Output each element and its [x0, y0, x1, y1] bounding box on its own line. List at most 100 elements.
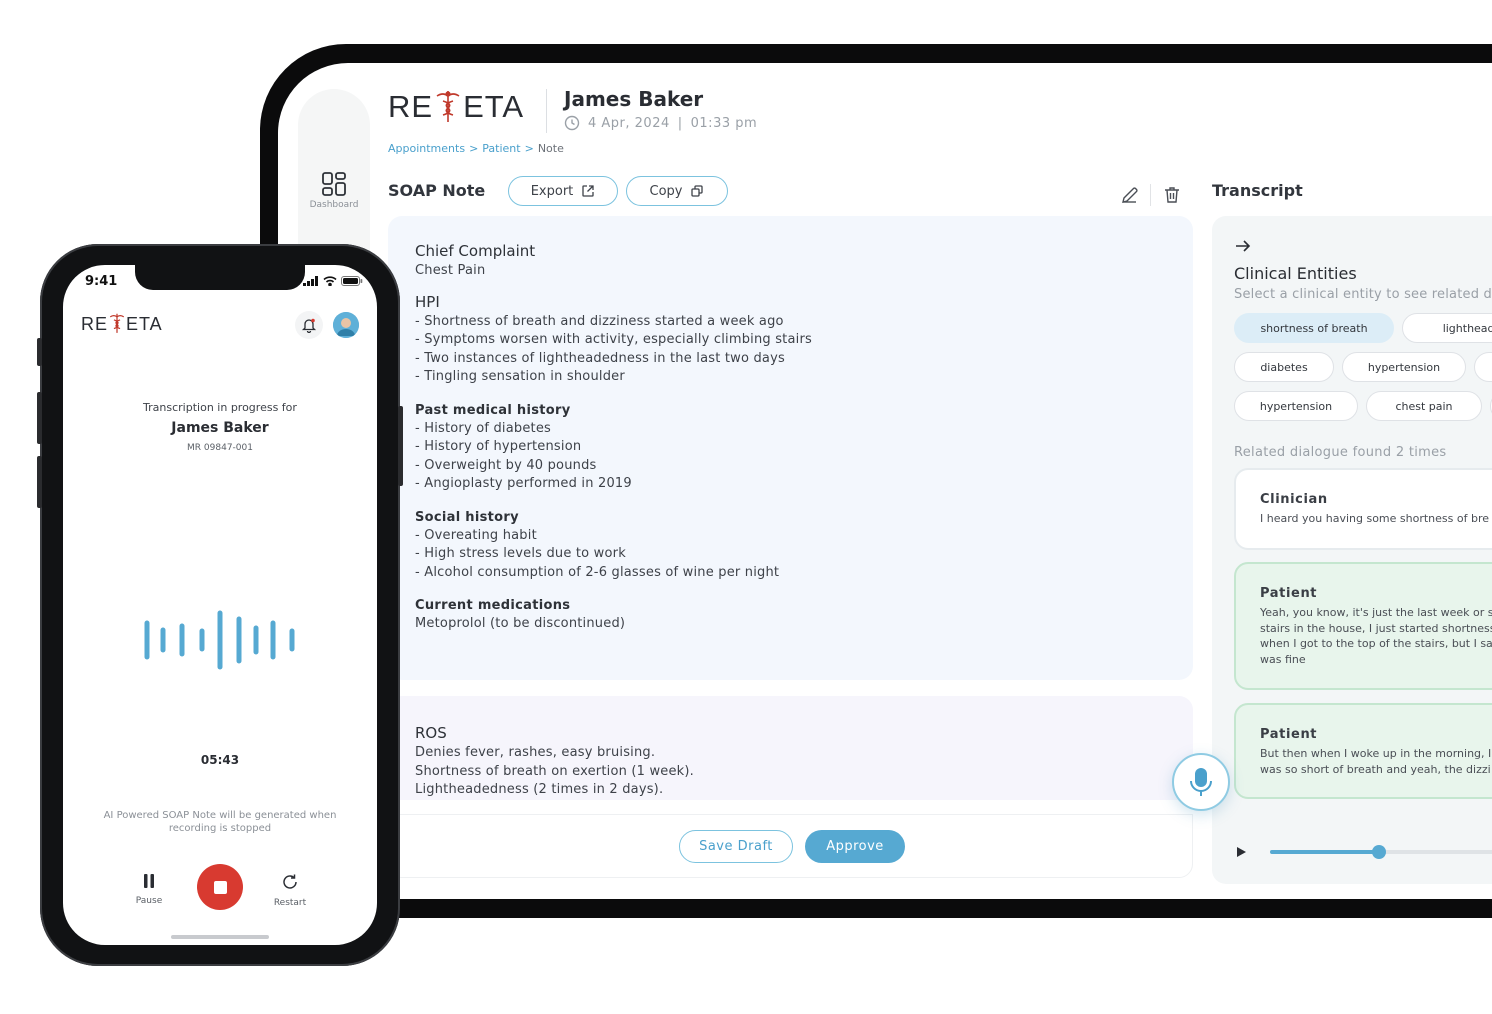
past-history-line: - Angioplasty performed in 2019 [415, 476, 632, 491]
promo-stage: Dashboard RE ETA James Baker 4 Apr, 2024 … [0, 0, 1492, 1014]
hpi-heading: HPI [415, 292, 440, 311]
dialogue-line: was fine [1260, 652, 1306, 666]
save-draft-button[interactable]: Save Draft [679, 830, 793, 863]
logo-text-left: RE [388, 89, 434, 124]
nav-dashboard-label: Dashboard [309, 200, 359, 210]
stop-recording-button[interactable] [197, 864, 243, 910]
avatar-icon [333, 312, 359, 338]
user-avatar[interactable] [333, 312, 359, 338]
past-history-heading: Past medical history [415, 402, 571, 418]
dialogue-bubble-clinician: Clinician I heard you having some shortn… [1234, 468, 1492, 550]
copy-icon [691, 185, 704, 197]
edit-button[interactable] [1118, 183, 1142, 207]
dashboard-grid-icon [322, 172, 346, 196]
approve-button[interactable]: Approve [805, 830, 905, 863]
export-label: Export [530, 183, 574, 199]
hpi-line: - Two instances of lightheadedness in th… [415, 350, 785, 366]
restart-button[interactable]: Restart [265, 873, 315, 908]
copy-button[interactable]: Copy [626, 176, 728, 206]
speaker-label: Patient [1260, 586, 1318, 601]
ros-line: Denies fever, rashes, easy bruising. [415, 745, 656, 760]
status-time: 9:41 [85, 274, 118, 289]
ros-line: Lightheadedness (2 times in 2 days). [415, 782, 664, 797]
record-mic-button[interactable] [1172, 753, 1230, 811]
collapse-arrow-button[interactable] [1234, 238, 1252, 257]
phone-button [37, 392, 42, 444]
phone-app-logo: RE ETA [81, 314, 163, 335]
breadcrumb-current: Note [537, 142, 564, 155]
dialogue-line: Yeah, you know, it's just the last week … [1260, 606, 1492, 619]
dialogue-bubble-patient: Patient Yeah, you know, it's just the la… [1234, 562, 1492, 690]
restart-label: Restart [273, 898, 307, 908]
playback-handle[interactable] [1371, 845, 1386, 859]
tablet-screen: Dashboard RE ETA James Baker 4 Apr, 2024 … [278, 63, 1492, 899]
logo-text-right: ETA [463, 89, 525, 124]
breadcrumb-separator: > [469, 142, 479, 155]
social-history-line: - Overeating habit [415, 527, 537, 543]
past-history-line: - Overweight by 40 pounds [415, 457, 597, 473]
clinical-entities-title: Clinical Entities [1234, 264, 1357, 283]
past-history-line: - History of diabetes [415, 420, 552, 436]
battery-icon [341, 276, 363, 286]
recording-timer: 05:43 [200, 753, 240, 767]
hpi-line: - Shortness of breath and dizziness star… [415, 313, 784, 329]
audio-player [1234, 836, 1492, 866]
delete-button[interactable] [1160, 183, 1184, 207]
clinical-entities-subtitle: Select a clinical entity to see related … [1234, 287, 1492, 302]
clock-icon [564, 115, 580, 131]
breadcrumb-appointments[interactable]: Appointments [388, 142, 465, 155]
meta-separator: | [677, 115, 683, 131]
entity-chip[interactable]: lightheade [1402, 313, 1492, 343]
copy-label: Copy [649, 183, 683, 199]
entity-chip[interactable]: hypertension [1342, 352, 1466, 382]
app-logo: RE ETA [388, 89, 524, 125]
speaker-label: Clinician [1260, 492, 1328, 507]
bell-icon [301, 318, 317, 333]
arrow-right-icon [1236, 240, 1251, 252]
dialogue-line: was so short of breath and yeah, the diz… [1260, 762, 1491, 776]
breadcrumb-separator: > [524, 142, 534, 155]
notifications-button[interactable] [295, 311, 323, 339]
status-icons [303, 276, 363, 286]
pencil-icon [1122, 187, 1138, 203]
play-button[interactable] [1234, 844, 1248, 863]
playback-track[interactable] [1270, 845, 1492, 859]
nav-dashboard[interactable]: Dashboard [298, 171, 370, 210]
trash-icon [1165, 187, 1179, 203]
appointment-date: 4 Apr, 2024 [588, 115, 670, 131]
toolbar-separator [1150, 184, 1151, 206]
phone-button [398, 406, 403, 486]
hpi-line: - Tingling sensation in shoulder [415, 369, 625, 384]
logo-text-right: ETA [126, 314, 163, 334]
chief-complaint-heading: Chief Complaint [415, 242, 536, 260]
pause-icon [144, 874, 154, 888]
phone-button [37, 338, 42, 366]
ros-heading: ROS [415, 724, 447, 742]
entity-chip[interactable]: diabetes [1234, 352, 1334, 382]
breadcrumb-patient[interactable]: Patient [482, 142, 520, 155]
export-button[interactable]: Export [508, 176, 618, 206]
entity-chip[interactable]: chest pain [1366, 391, 1482, 421]
header-divider [546, 89, 547, 133]
stop-icon [213, 880, 227, 894]
recording-hint: AI Powered SOAP Note will be generated w… [103, 810, 337, 834]
social-history-heading: Social history [415, 509, 519, 525]
appointment-time: 01:33 pm [690, 115, 758, 131]
tablet-frame: Dashboard RE ETA James Baker 4 Apr, 2024 … [260, 44, 1492, 918]
transcript-panel: Clinical Entities Select a clinical enti… [1212, 216, 1492, 884]
pause-button[interactable]: Pause [124, 873, 174, 906]
play-icon [1237, 847, 1246, 857]
medical-record-number: MR 09847-001 [187, 443, 253, 453]
entity-chip[interactable] [1474, 352, 1492, 382]
phone-button [37, 456, 42, 508]
entity-chip[interactable]: shortness of breath [1234, 313, 1394, 343]
restart-icon [283, 874, 297, 889]
ros-line: Shortness of breath on exertion (1 week)… [415, 763, 695, 779]
dialogue-bubble-patient: Patient But then when I woke up in the m… [1234, 703, 1492, 799]
ros-card: ROS Denies fever, rashes, easy bruising.… [388, 696, 1193, 800]
entity-chip[interactable]: hypertension [1234, 391, 1358, 421]
signal-icon [303, 276, 318, 286]
